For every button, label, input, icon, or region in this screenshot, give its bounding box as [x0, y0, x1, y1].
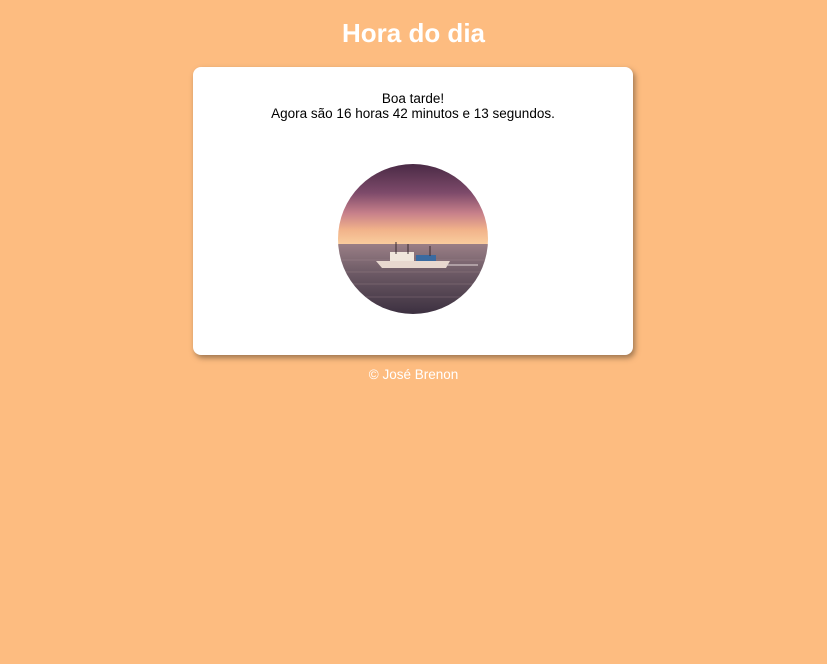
time-of-day-photo — [338, 164, 488, 314]
greeting-block: Boa tarde! Agora são 16 horas 42 minutos… — [193, 91, 633, 121]
footer-credit: © José Brenon — [368, 367, 459, 382]
time-message: Agora são 16 horas 42 minutos e 13 segun… — [271, 106, 555, 121]
greeting-text: Boa tarde! — [381, 91, 445, 106]
time-card: Boa tarde! Agora são 16 horas 42 minutos… — [193, 67, 633, 355]
page-title: Hora do dia — [341, 18, 485, 48]
boat-at-sunset-image — [338, 164, 488, 314]
